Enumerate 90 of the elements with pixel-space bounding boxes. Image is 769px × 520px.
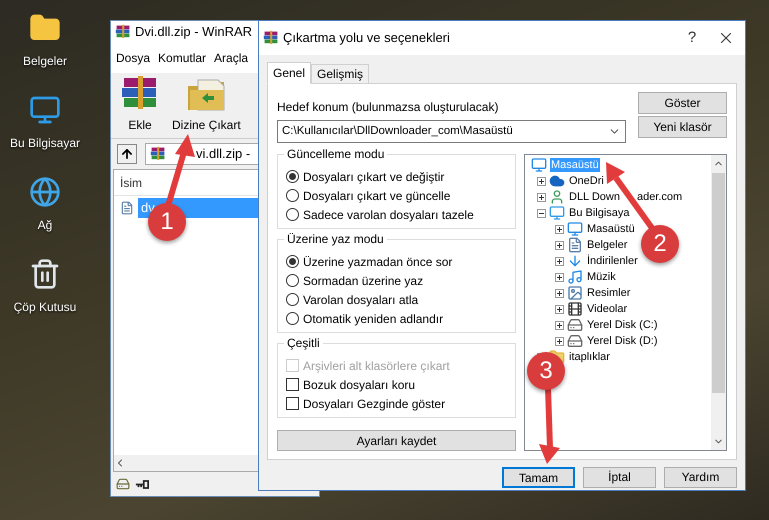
radio-label: Sormadan üzerine yaz bbox=[303, 272, 424, 290]
computer-icon bbox=[29, 94, 61, 126]
checkbox[interactable] bbox=[286, 397, 299, 410]
key-icon bbox=[135, 480, 149, 488]
tab[interactable]: Genel bbox=[267, 62, 312, 84]
desktop-icon-label[interactable]: Ağ bbox=[38, 216, 52, 234]
desktop-icon-label[interactable]: Çöp Kutusu bbox=[14, 298, 76, 316]
vertical-scrollbar[interactable] bbox=[711, 155, 726, 450]
drive-icon bbox=[115, 477, 131, 491]
desktop-icon-label[interactable]: Belgeler bbox=[22, 52, 68, 70]
expander-box[interactable] bbox=[555, 224, 564, 234]
expander-box[interactable] bbox=[555, 256, 564, 266]
archive-books-icon bbox=[115, 24, 131, 40]
expander-box[interactable] bbox=[555, 336, 564, 346]
menu-item[interactable]: Araçla bbox=[214, 49, 248, 67]
archive-books-icon bbox=[150, 146, 166, 162]
group-title: Üzerine yaz modu bbox=[284, 232, 387, 247]
checkbox-label: Dosyaları Gezginde göster bbox=[303, 396, 446, 412]
tree-item[interactable]: Yerel Disk (D:) bbox=[586, 334, 658, 348]
dialog-button[interactable]: Tamam bbox=[502, 466, 575, 488]
radio-label: Dosyaları çıkart ve değiştir bbox=[303, 168, 444, 186]
tree-item[interactable]: Belgeler bbox=[586, 238, 628, 252]
hard-drive-icon bbox=[567, 317, 583, 333]
globe-icon bbox=[29, 176, 61, 208]
menu-item[interactable]: Komutlar bbox=[158, 49, 206, 67]
expander-box[interactable] bbox=[555, 272, 564, 282]
radio-button[interactable] bbox=[286, 293, 299, 306]
dialog-button[interactable]: Göster bbox=[638, 92, 727, 114]
field-label: Hedef konum (bulunmazsa oluşturulacak) bbox=[277, 99, 500, 116]
desktop-icon-label[interactable]: Bu Bilgisayar bbox=[10, 134, 80, 152]
monitor-icon bbox=[531, 157, 547, 173]
radio-button[interactable] bbox=[286, 312, 299, 325]
destination-field[interactable]: C:\Kullanıcılar\DllDownloader_com\Masaüstü bbox=[277, 120, 626, 143]
tree-item[interactable]: Müzik bbox=[586, 270, 617, 284]
dialog-button[interactable]: Yeni klasör bbox=[638, 116, 727, 138]
cloud-icon bbox=[549, 173, 565, 189]
expander-box[interactable] bbox=[555, 240, 564, 250]
monitor-icon bbox=[567, 221, 583, 237]
tree-item-text: ader.com bbox=[636, 190, 682, 204]
hard-drive-icon bbox=[567, 333, 583, 349]
file-icon bbox=[120, 200, 134, 216]
tab[interactable]: Gelişmiş bbox=[311, 64, 370, 84]
picture-icon bbox=[567, 285, 583, 301]
expander-box[interactable] bbox=[555, 320, 564, 330]
dialog-button[interactable]: İptal bbox=[583, 466, 656, 488]
expander-box[interactable] bbox=[555, 288, 564, 298]
checkbox-label: Bozuk dosyaları koru bbox=[303, 376, 416, 394]
recycle-bin-icon bbox=[29, 258, 61, 290]
group-title: Çeşitli bbox=[284, 336, 323, 351]
menu-item[interactable]: Dosya bbox=[116, 49, 150, 67]
expander-box[interactable] bbox=[555, 304, 564, 314]
up-folder-button[interactable] bbox=[117, 144, 137, 164]
tree-item[interactable]: Masaüstü bbox=[586, 222, 636, 236]
window-title: Dvi.dll.zip - WinRAR bbox=[135, 23, 252, 42]
column-header[interactable]: İsim bbox=[120, 174, 142, 192]
checkbox-label: Arşivleri alt klasörlere çıkart bbox=[303, 358, 450, 374]
up-arrow-icon bbox=[120, 147, 134, 161]
toolbar-button[interactable]: Dizine Çıkart bbox=[169, 76, 244, 134]
tree-item[interactable]: itaplıklar bbox=[568, 350, 611, 364]
tree-item[interactable]: Resimler bbox=[586, 286, 632, 300]
save-settings-button[interactable]: Ayarları kaydet bbox=[277, 430, 516, 451]
radio-button[interactable] bbox=[286, 170, 299, 183]
radio-button[interactable] bbox=[286, 189, 299, 202]
tree-item[interactable]: OneDri bbox=[568, 174, 605, 188]
document-icon bbox=[567, 237, 583, 253]
dialog-title: Çıkartma yolu ve seçenekleri bbox=[283, 29, 450, 48]
expander-box[interactable] bbox=[537, 192, 546, 202]
music-note-icon bbox=[567, 269, 583, 285]
tree-item[interactable]: Videolar bbox=[586, 302, 628, 316]
radio-button[interactable] bbox=[286, 255, 299, 268]
tree-item[interactable]: Bu Bilgisaya bbox=[568, 206, 631, 220]
computer-icon bbox=[549, 205, 565, 221]
radio-button[interactable] bbox=[286, 208, 299, 221]
radio-button[interactable] bbox=[286, 274, 299, 287]
dialog-button[interactable]: Yardım bbox=[664, 466, 737, 488]
radio-label: Üzerine yazmadan önce sor bbox=[303, 254, 452, 270]
radio-label: Varolan dosyaları atla bbox=[303, 292, 418, 308]
user-icon bbox=[549, 189, 565, 205]
film-icon bbox=[567, 301, 583, 317]
tree-item[interactable]: DLL Down bbox=[568, 190, 621, 204]
download-arrow-icon bbox=[567, 253, 583, 269]
expander-box[interactable] bbox=[537, 176, 546, 186]
toolbar-button[interactable]: Ekle bbox=[117, 76, 163, 134]
tree-item[interactable]: İndirilenler bbox=[586, 254, 639, 268]
expander-box[interactable] bbox=[537, 208, 546, 218]
radio-label: Otomatik yeniden adlandır bbox=[303, 310, 444, 328]
archive-books-icon bbox=[263, 30, 279, 46]
checkbox[interactable] bbox=[286, 378, 299, 391]
tree-item[interactable]: Yerel Disk (C:) bbox=[586, 318, 658, 332]
help-button[interactable]: ? bbox=[677, 26, 707, 50]
